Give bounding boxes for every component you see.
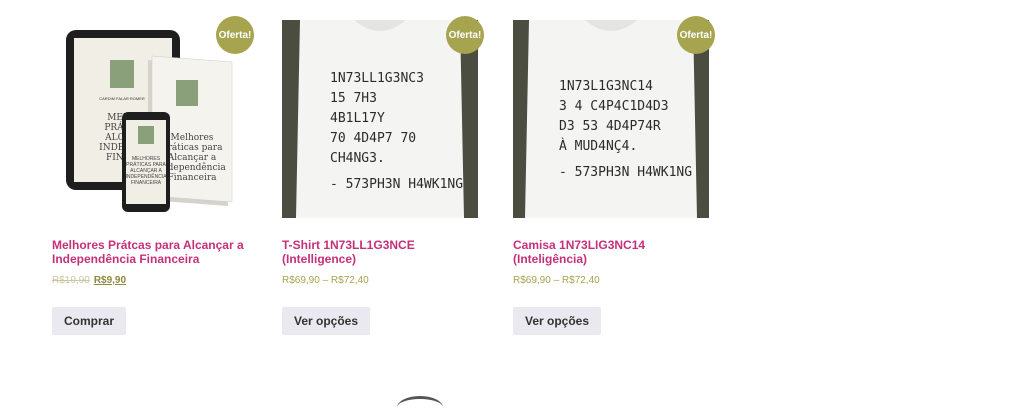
product-image[interactable]: CARDIM FALAR ROMER MELH PRÁTIC ALCAN IND… (52, 20, 248, 218)
svg-text:1N73LL1G3NC3: 1N73LL1G3NC3 (330, 71, 424, 86)
scroll-indicator-icon (397, 396, 443, 419)
svg-text:70 4D4P7 70: 70 4D4P7 70 (330, 131, 416, 146)
svg-text:- 573PH3N H4WK1NG: - 573PH3N H4WK1NG (330, 177, 463, 192)
svg-text:4B1L17Y: 4B1L17Y (330, 111, 385, 126)
product-image[interactable]: 1N73L1G3NC14 3 4 C4P4C1D4D3 D3 53 4D4P74… (513, 20, 709, 218)
sale-badge: Oferta! (216, 16, 254, 54)
svg-text:FINANCEIRA: FINANCEIRA (131, 180, 162, 186)
view-options-button[interactable]: Ver opções (513, 307, 602, 335)
product-image[interactable]: 1N73LL1G3NC3 15 7H3 4B1L17Y 70 4D4P7 70 … (282, 20, 478, 218)
view-options-button[interactable]: Ver opções (282, 307, 371, 335)
product-price: R$19,90 R$9,90 (52, 275, 126, 286)
buy-button[interactable]: Comprar (52, 307, 127, 335)
sale-badge: Oferta! (446, 16, 484, 54)
price-new: R$9,90 (93, 275, 127, 286)
product-title[interactable]: Camisa 1N73LIG3NC14 (Inteligência) (513, 238, 713, 266)
svg-text:Financeira: Financeira (168, 173, 218, 183)
svg-text:1N73L1G3NC14: 1N73L1G3NC14 (559, 79, 653, 94)
product-price: R$69,90 – R$72,40 (513, 275, 600, 286)
svg-text:D3 53 4D4P74R: D3 53 4D4P74R (559, 119, 661, 134)
svg-text:15 7H3: 15 7H3 (330, 91, 377, 106)
svg-text:À MUD4NÇ4.: À MUD4NÇ4. (559, 138, 637, 154)
svg-text:CARDIM FALAR ROMER: CARDIM FALAR ROMER (99, 96, 145, 101)
sale-badge: Oferta! (677, 16, 715, 54)
svg-text:CH4NG3.: CH4NG3. (330, 151, 385, 166)
product-title[interactable]: T-Shirt 1N73LL1G3NCE (Intelligence) (282, 238, 482, 266)
svg-text:Práticas para: Práticas para (162, 142, 224, 153)
price-old: R$19,90 (52, 275, 90, 286)
svg-text:Alcançar a: Alcançar a (167, 153, 217, 163)
svg-text:INDEPENDÊNCIA: INDEPENDÊNCIA (125, 172, 167, 180)
svg-text:Melhores: Melhores (171, 133, 214, 143)
svg-text:3 4 C4P4C1D4D3: 3 4 C4P4C1D4D3 (559, 99, 669, 114)
svg-text:- 573PH3N H4WK1NG: - 573PH3N H4WK1NG (559, 165, 692, 180)
product-title[interactable]: Melhores Prátcas para Alcançar a Indepen… (52, 238, 252, 266)
product-price: R$69,90 – R$72,40 (282, 275, 369, 286)
svg-text:PRÁTICAS PARA: PRÁTICAS PARA (126, 161, 166, 168)
